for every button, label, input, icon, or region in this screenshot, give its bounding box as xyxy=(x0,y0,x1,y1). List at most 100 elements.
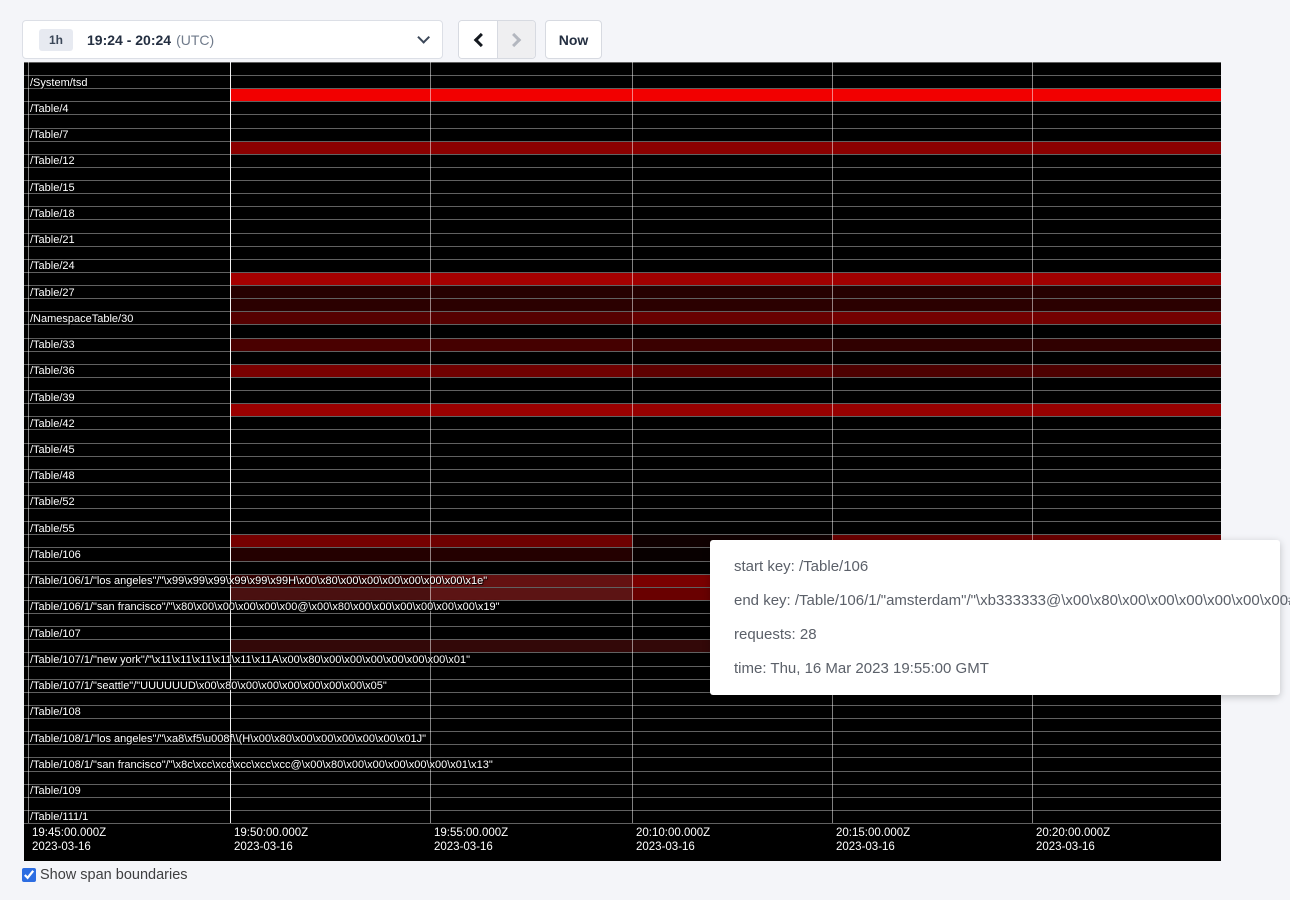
span-key-label: /Table/18 xyxy=(30,208,75,220)
time-axis-time: 19:45:00.000Z xyxy=(32,826,106,840)
next-time-button[interactable] xyxy=(497,21,535,58)
time-axis-date: 2023-03-16 xyxy=(32,840,106,854)
span-key-label: /Table/27 xyxy=(30,287,75,299)
heatmap-cell xyxy=(832,89,1032,101)
time-axis-time: 19:50:00.000Z xyxy=(234,826,308,840)
span-boundary-line xyxy=(24,718,1221,719)
chevron-down-icon xyxy=(417,31,430,44)
span-key-label: /Table/106/1/"san francisco"/"\x80\x00\x… xyxy=(30,601,500,613)
heatmap-cell xyxy=(632,89,832,101)
heatmap-cell xyxy=(632,286,832,298)
span-key-label: /Table/48 xyxy=(30,470,75,482)
heatmap-cell xyxy=(430,365,632,377)
heatmap-cell xyxy=(632,299,832,311)
time-axis-date: 2023-03-16 xyxy=(836,840,910,854)
heatmap-cell xyxy=(632,312,832,324)
span-boundary-line xyxy=(24,521,1221,522)
span-key-label: /Table/52 xyxy=(30,496,75,508)
heatmap-cell xyxy=(430,312,632,324)
span-boundary-line xyxy=(24,338,1221,339)
heatmap-cell xyxy=(230,365,430,377)
span-key-label: /Table/33 xyxy=(30,339,75,351)
span-boundary-line xyxy=(24,62,1221,63)
heatmap-cell xyxy=(632,273,832,285)
span-key-label: /Table/4 xyxy=(30,103,69,115)
time-gridline xyxy=(430,62,431,823)
span-key-label: /Table/15 xyxy=(30,182,75,194)
time-range-text: 19:24 - 20:24 xyxy=(87,32,171,48)
heatmap-cell xyxy=(832,339,1032,351)
heatmap-cell xyxy=(832,404,1032,416)
span-boundary-line xyxy=(24,351,1221,352)
heatmap-cell xyxy=(1032,339,1221,351)
time-range-dropdown[interactable]: 1h 19:24 - 20:24 (UTC) xyxy=(22,20,443,59)
span-key-label: /Table/7 xyxy=(30,129,69,141)
span-boundary-line xyxy=(24,75,1221,76)
footer-controls: Show span boundaries xyxy=(22,867,188,883)
span-boundary-line xyxy=(24,324,1221,325)
show-span-boundaries-checkbox[interactable] xyxy=(22,868,36,882)
span-boundary-line xyxy=(24,416,1221,417)
heatmap-cell xyxy=(430,142,632,154)
span-key-label: /Table/21 xyxy=(30,234,75,246)
time-axis-date: 2023-03-16 xyxy=(636,840,710,854)
prev-time-button[interactable] xyxy=(459,21,497,58)
span-boundary-line xyxy=(24,456,1221,457)
heatmap-cell xyxy=(430,548,632,560)
span-boundary-line xyxy=(24,311,1221,312)
heatmap-cell xyxy=(230,89,430,101)
heatmap-cell xyxy=(430,339,632,351)
heatmap-cell xyxy=(832,365,1032,377)
heatmap-cell xyxy=(1032,404,1221,416)
heatmap-cell xyxy=(632,365,832,377)
span-key-label: /NamespaceTable/30 xyxy=(30,313,133,325)
heatmap-cell xyxy=(1032,312,1221,324)
span-key-label: /Table/108 xyxy=(30,706,81,718)
span-key-label: /Table/45 xyxy=(30,444,75,456)
time-axis-label: 19:55:00.000Z2023-03-16 xyxy=(434,826,508,854)
heatmap-cell xyxy=(230,299,430,311)
time-axis-time: 20:15:00.000Z xyxy=(836,826,910,840)
heatmap-cell xyxy=(230,339,430,351)
timezone-text: (UTC) xyxy=(176,32,214,48)
span-boundary-line xyxy=(24,534,1221,535)
span-boundary-line xyxy=(24,797,1221,798)
time-axis-label: 19:50:00.000Z2023-03-16 xyxy=(234,826,308,854)
time-axis-date: 2023-03-16 xyxy=(234,840,308,854)
span-boundary-line xyxy=(24,364,1221,365)
span-key-label: /Table/107 xyxy=(30,628,81,640)
span-key-label: /Table/107/1/"new york"/"\x11\x11\x11\x1… xyxy=(30,654,470,666)
heatmap-cell xyxy=(1032,142,1221,154)
show-span-boundaries-label: Show span boundaries xyxy=(40,867,188,883)
tooltip-start-key: start key: /Table/106 xyxy=(734,558,1256,575)
span-key-label: /Table/39 xyxy=(30,392,75,404)
span-boundary-line xyxy=(24,206,1221,207)
span-boundary-line xyxy=(24,784,1221,785)
time-axis-time: 19:55:00.000Z xyxy=(434,826,508,840)
span-boundary-line xyxy=(24,101,1221,102)
span-key-label: /System/tsd xyxy=(30,77,87,89)
heatmap-cell xyxy=(1032,273,1221,285)
span-boundary-line xyxy=(24,272,1221,273)
time-gridline xyxy=(230,62,231,823)
time-axis-label: 20:10:00.000Z2023-03-16 xyxy=(636,826,710,854)
time-axis-time: 20:10:00.000Z xyxy=(636,826,710,840)
time-gridline xyxy=(832,62,833,823)
span-key-label: /Table/12 xyxy=(30,155,75,167)
span-boundary-line xyxy=(24,167,1221,168)
heatmap-cell xyxy=(1032,89,1221,101)
heatmap-cell xyxy=(230,404,430,416)
heatmap-cell xyxy=(230,273,430,285)
heatmap-cell xyxy=(230,548,430,560)
heatmap-cell xyxy=(230,142,430,154)
span-key-label: /Table/106 xyxy=(30,549,81,561)
time-nav-group xyxy=(458,20,536,59)
heatmap-cell xyxy=(430,535,632,547)
now-button[interactable]: Now xyxy=(545,20,602,59)
time-axis-date: 2023-03-16 xyxy=(434,840,508,854)
key-visualizer-heatmap[interactable]: /System/tsd/Table/4/Table/7/Table/12/Tab… xyxy=(24,62,1221,861)
heatmap-cell xyxy=(230,640,430,652)
heatmap-cell xyxy=(430,640,632,652)
heatmap-cell xyxy=(632,404,832,416)
span-boundary-line xyxy=(24,219,1221,220)
